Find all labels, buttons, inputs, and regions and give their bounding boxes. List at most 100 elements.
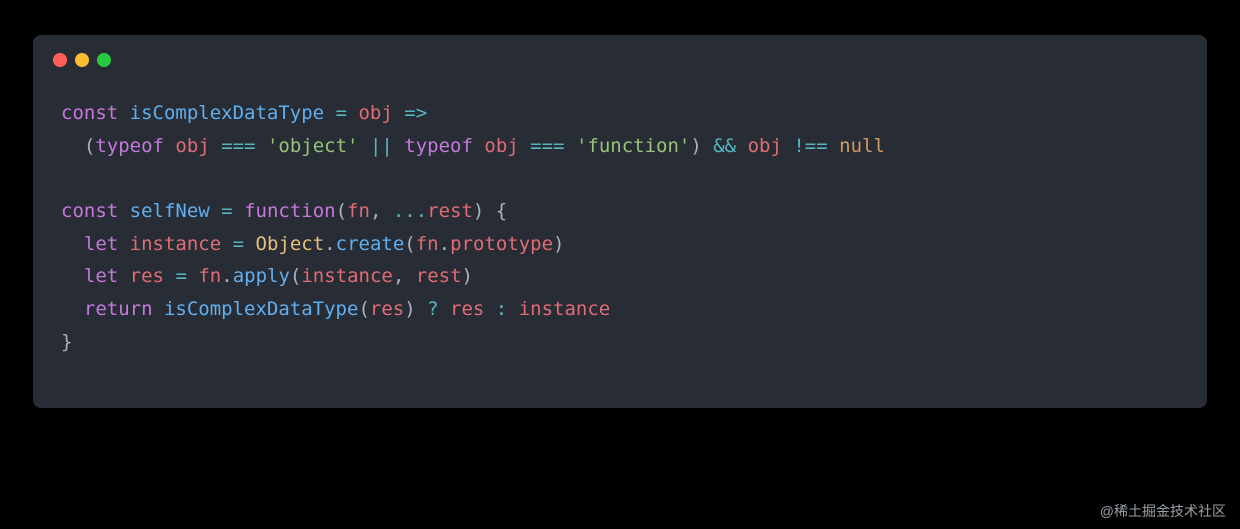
minimize-icon[interactable] bbox=[75, 53, 89, 67]
code-token bbox=[347, 102, 358, 124]
code-token: ) bbox=[462, 265, 473, 287]
code-token: res bbox=[450, 298, 484, 320]
code-token: prototype bbox=[450, 233, 553, 255]
code-token: ) bbox=[690, 135, 713, 157]
code-token: 'function' bbox=[576, 135, 690, 157]
code-token: , bbox=[370, 200, 393, 222]
code-token: => bbox=[404, 102, 427, 124]
code-token: ) bbox=[404, 298, 427, 320]
code-token bbox=[473, 135, 484, 157]
code-line: } bbox=[61, 326, 1179, 359]
code-token: res bbox=[370, 298, 404, 320]
code-token: create bbox=[336, 233, 405, 255]
code-line: const isComplexDataType = obj => bbox=[61, 97, 1179, 130]
close-icon[interactable] bbox=[53, 53, 67, 67]
code-token: ( bbox=[290, 265, 301, 287]
code-token: isComplexDataType bbox=[130, 102, 324, 124]
code-token bbox=[210, 135, 221, 157]
code-token: const bbox=[61, 102, 130, 124]
code-token: null bbox=[839, 135, 885, 157]
code-token bbox=[244, 233, 255, 255]
code-token: , bbox=[393, 265, 416, 287]
code-token bbox=[782, 135, 793, 157]
code-token bbox=[61, 298, 84, 320]
code-token: typeof bbox=[404, 135, 473, 157]
code-token: } bbox=[61, 331, 72, 353]
code-token: && bbox=[713, 135, 736, 157]
code-token: = bbox=[233, 233, 244, 255]
code-token bbox=[393, 102, 404, 124]
code-token bbox=[565, 135, 576, 157]
code-token: ( bbox=[358, 298, 369, 320]
code-token: const bbox=[61, 200, 130, 222]
code-token bbox=[210, 200, 221, 222]
code-line: return isComplexDataType(res) ? res : in… bbox=[61, 293, 1179, 326]
code-token: fn bbox=[198, 265, 221, 287]
window-titlebar bbox=[33, 35, 1207, 77]
code-token: rest bbox=[427, 200, 473, 222]
code-window: const isComplexDataType = obj => (typeof… bbox=[33, 35, 1207, 408]
code-token: . bbox=[221, 265, 232, 287]
code-token: ) bbox=[553, 233, 564, 255]
code-token: res bbox=[130, 265, 164, 287]
code-token: let bbox=[84, 233, 130, 255]
code-token bbox=[221, 233, 232, 255]
code-line: let res = fn.apply(instance, rest) bbox=[61, 260, 1179, 293]
code-token: isComplexDataType bbox=[164, 298, 358, 320]
code-token: obj bbox=[358, 102, 392, 124]
code-token: ? bbox=[427, 298, 438, 320]
code-token bbox=[507, 298, 518, 320]
code-token bbox=[164, 265, 175, 287]
code-token bbox=[393, 135, 404, 157]
code-token bbox=[484, 298, 495, 320]
code-token: obj bbox=[748, 135, 782, 157]
code-token: = bbox=[175, 265, 186, 287]
watermark-text: @稀土掘金技术社区 bbox=[1100, 501, 1226, 521]
code-token bbox=[324, 102, 335, 124]
code-token: Object bbox=[256, 233, 325, 255]
code-token: typeof bbox=[95, 135, 164, 157]
code-token: instance bbox=[130, 233, 222, 255]
code-token: = bbox=[336, 102, 347, 124]
code-token: = bbox=[221, 200, 232, 222]
code-token: ( bbox=[404, 233, 415, 255]
code-token: 'object' bbox=[267, 135, 359, 157]
code-token: ( bbox=[61, 135, 95, 157]
code-block: const isComplexDataType = obj => (typeof… bbox=[33, 77, 1207, 408]
code-token bbox=[61, 233, 84, 255]
code-token bbox=[519, 135, 530, 157]
code-token: || bbox=[370, 135, 393, 157]
code-token: : bbox=[496, 298, 507, 320]
code-line: let instance = Object.create(fn.prototyp… bbox=[61, 228, 1179, 261]
code-token: fn bbox=[416, 233, 439, 255]
code-token bbox=[164, 135, 175, 157]
code-token: obj bbox=[175, 135, 209, 157]
code-token bbox=[828, 135, 839, 157]
code-line bbox=[61, 162, 1179, 195]
maximize-icon[interactable] bbox=[97, 53, 111, 67]
code-token: ( bbox=[336, 200, 347, 222]
code-line: (typeof obj === 'object' || typeof obj =… bbox=[61, 130, 1179, 163]
code-token bbox=[359, 135, 370, 157]
code-token bbox=[736, 135, 747, 157]
code-token: ... bbox=[393, 200, 427, 222]
code-token bbox=[233, 200, 244, 222]
code-token: selfNew bbox=[130, 200, 210, 222]
code-token bbox=[256, 135, 267, 157]
code-token: fn bbox=[347, 200, 370, 222]
code-token: rest bbox=[416, 265, 462, 287]
code-token: return bbox=[84, 298, 164, 320]
code-token: instance bbox=[519, 298, 611, 320]
code-token bbox=[61, 265, 84, 287]
code-token: !== bbox=[793, 135, 827, 157]
code-token: === bbox=[221, 135, 255, 157]
code-line: const selfNew = function(fn, ...rest) { bbox=[61, 195, 1179, 228]
code-token: . bbox=[324, 233, 335, 255]
code-token: . bbox=[439, 233, 450, 255]
code-token bbox=[439, 298, 450, 320]
code-token: instance bbox=[301, 265, 393, 287]
code-token: apply bbox=[233, 265, 290, 287]
code-token bbox=[187, 265, 198, 287]
code-token: obj bbox=[484, 135, 518, 157]
code-token: let bbox=[84, 265, 130, 287]
